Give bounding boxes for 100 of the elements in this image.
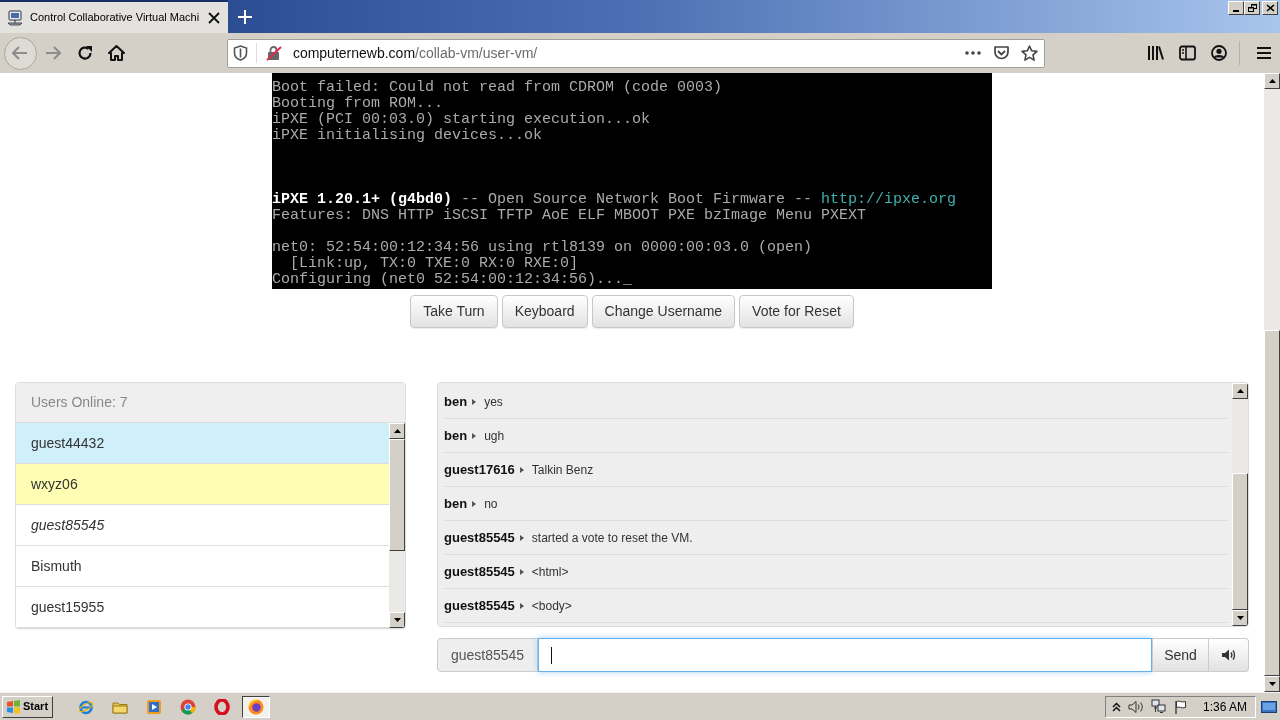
terminal-line: iPXE 1.20.1+ (g4bd0) -- Open Source Network Boot Firmware -- http://ipxe.org	[272, 192, 957, 208]
terminal-line: iPXE (PCI 00:03.0) starting execution...ok	[272, 112, 651, 128]
menu-icon	[1257, 47, 1271, 59]
terminal-line: Boot failed: Could not read from CDROM (code 0003)	[272, 80, 723, 96]
more-icon[interactable]	[965, 51, 982, 55]
orbit-e-icon	[78, 698, 94, 715]
username: wxyz06	[31, 474, 78, 494]
url-path: /collab-vm/user-vm/	[415, 43, 538, 63]
tricolor-circle-icon	[180, 698, 196, 715]
scroll-down-button[interactable]	[1264, 676, 1280, 692]
close-icon	[1265, 4, 1275, 12]
reload-icon	[76, 45, 93, 61]
chat-input[interactable]	[538, 638, 1152, 672]
chat-message: Talkin Benz	[531, 461, 594, 479]
scroll-thumb[interactable]	[1264, 330, 1280, 676]
chat-username: ben	[444, 392, 468, 411]
sound-button[interactable]	[1209, 638, 1249, 672]
chevron-badge-icon[interactable]	[993, 45, 1011, 61]
computer-icon	[7, 9, 24, 26]
scroll-down-button[interactable]	[389, 612, 405, 628]
scroll-thumb[interactable]	[389, 439, 405, 551]
vm-screen[interactable]	[272, 73, 992, 289]
scroll-up-button[interactable]	[389, 423, 405, 439]
triangle-icon	[472, 432, 477, 439]
volume-icon[interactable]	[1127, 699, 1144, 714]
vm-control-button[interactable]: Take Turn	[410, 295, 498, 328]
network-icon[interactable]	[1150, 699, 1167, 714]
terminal-line: net0: 52:54:00:12:34:56 using rtl8139 on 0000:00:03.0 (open)	[272, 240, 813, 256]
speaker-icon	[1221, 649, 1236, 661]
scrollbar[interactable]	[1264, 73, 1280, 692]
down-arrow-icon	[393, 618, 401, 622]
media-player-icon	[146, 698, 162, 715]
chat-username: guest85545	[444, 596, 515, 615]
up-arrow-icon	[1236, 389, 1244, 393]
browser-tab[interactable]: Control Collaborative Virtual Machi	[0, 0, 228, 33]
arrow-right-icon	[45, 46, 62, 60]
up-arrow-icon	[1268, 79, 1276, 83]
close-icon[interactable]	[208, 11, 220, 24]
send-button[interactable]: Send	[1152, 638, 1209, 672]
terminal-line: [Link:up, TX:0 TXE:0 RX:0 RXE:0]	[289, 256, 579, 272]
ring-icon	[214, 698, 230, 715]
close-window-button[interactable]	[1262, 1, 1278, 15]
show-desktop-icon[interactable]	[1261, 699, 1277, 714]
shield-icon	[232, 45, 248, 61]
terminal-line: Booting from ROM...	[272, 96, 444, 112]
vm-control-button[interactable]: Vote for Reset	[739, 295, 854, 328]
chat-username: guest17616	[444, 460, 515, 479]
terminal-line: Configuring (net0 52:54:00:12:34:56)..._	[272, 272, 633, 288]
terminal-line: iPXE initialising devices...ok	[272, 128, 543, 144]
url-domain: computernewb.com	[292, 43, 416, 63]
triangle-icon	[472, 398, 477, 405]
orb-icon	[248, 698, 264, 715]
scrollbar[interactable]	[1232, 383, 1248, 626]
scroll-up-button[interactable]	[1264, 73, 1280, 89]
flag-icon[interactable]	[1173, 699, 1188, 714]
down-arrow-icon	[1236, 616, 1244, 620]
books-icon	[1146, 45, 1164, 61]
vm-control-button[interactable]: Keyboard	[501, 295, 588, 328]
arrow-left-icon	[12, 46, 29, 60]
chevron-up-icon[interactable]	[1111, 701, 1121, 712]
windows-flag-icon	[6, 699, 21, 714]
sidebar-icon	[1178, 45, 1196, 61]
tab-title: Control Collaborative Virtual Machi	[30, 10, 201, 26]
account-icon	[1211, 45, 1228, 61]
chat-message: <body>	[531, 597, 572, 615]
username: guest15955	[31, 597, 105, 617]
username: Bismuth	[31, 556, 82, 576]
chat-username: ben	[444, 494, 468, 513]
username-label: guest85545	[437, 638, 538, 672]
restore-button[interactable]	[1244, 1, 1260, 15]
down-arrow-icon	[1268, 682, 1276, 686]
username: guest85545	[31, 515, 105, 535]
scroll-thumb[interactable]	[1232, 473, 1248, 610]
chat-message: yes	[484, 393, 503, 411]
scroll-up-button[interactable]	[1232, 383, 1248, 399]
triangle-icon	[519, 568, 524, 575]
star-icon[interactable]	[1021, 44, 1039, 62]
chat-message: started a vote to reset the VM.	[531, 529, 693, 547]
vm-control-button[interactable]: Change Username	[591, 295, 736, 328]
triangle-icon	[519, 602, 524, 609]
up-arrow-icon	[393, 429, 401, 433]
taskbar-app-button[interactable]	[242, 695, 270, 718]
chat-username: guest85545	[444, 528, 515, 547]
text-cursor-icon	[551, 646, 552, 664]
chat-username: ben	[444, 426, 468, 445]
triangle-icon	[519, 466, 524, 473]
username: guest44432	[31, 433, 105, 453]
terminal-line: Features: DNS HTTP iSCSI TFTP AoE ELF MBOOT PXE bzImage Menu PXEXT	[272, 208, 867, 224]
address-bar[interactable]: computernewb.com/collab-vm/user-vm/	[226, 38, 1046, 68]
triangle-icon	[472, 500, 477, 507]
chat-message: no	[484, 495, 498, 513]
triangle-icon	[519, 534, 524, 541]
scrollbar[interactable]	[389, 423, 405, 628]
plus-icon	[238, 9, 252, 24]
scroll-down-button[interactable]	[1232, 610, 1248, 626]
minimize-button[interactable]	[1228, 1, 1244, 15]
clock: 1:36 AM	[1202, 698, 1247, 716]
home-icon	[108, 45, 126, 61]
chat-username: guest85545	[444, 562, 515, 581]
start-button[interactable]: Start	[2, 695, 53, 718]
